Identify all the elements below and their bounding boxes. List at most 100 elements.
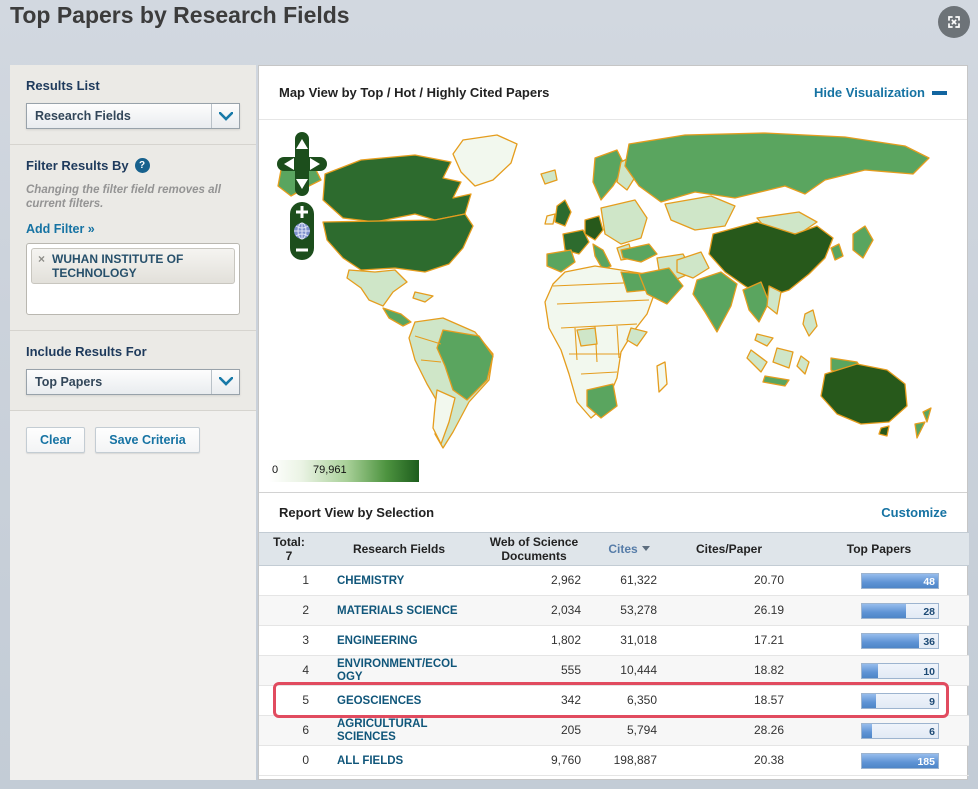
page-title: Top Papers by Research Fields <box>10 2 350 28</box>
table-header-row: Total: 7 Research Fields Web of Science … <box>259 532 969 566</box>
country-japan <box>852 225 874 259</box>
top-papers-value: 185 <box>917 755 935 768</box>
sidebar-actions: Clear Save Criteria <box>10 410 256 468</box>
results-list-selected-value: Research Fields <box>35 109 131 123</box>
results-list-section: Results List Research Fields <box>10 65 256 145</box>
clear-button[interactable]: Clear <box>26 426 86 453</box>
cites-value: 10,444 <box>589 655 669 686</box>
cites-value: 61,322 <box>589 565 669 596</box>
country-madagascar <box>656 361 668 393</box>
results-list-select[interactable]: Research Fields <box>26 103 240 129</box>
oceania[interactable] <box>820 363 932 439</box>
include-results-heading: Include Results For <box>26 343 147 359</box>
total-header: Total: 7 <box>273 534 305 563</box>
column-cites-sorted[interactable]: Cites <box>589 533 669 566</box>
row-rank: 5 <box>259 685 319 716</box>
country-usa <box>322 213 474 273</box>
country-greenland <box>452 134 518 187</box>
column-cites-per-paper[interactable]: Cites/Paper <box>669 533 789 566</box>
report-view-title: Report View by Selection <box>279 505 435 520</box>
top-papers-bar: 6 <box>861 722 939 739</box>
cites-per-paper-value: 26.19 <box>669 595 789 626</box>
chevron-down-icon <box>211 369 239 394</box>
row-rank: 6 <box>259 715 319 746</box>
active-filters-box: × WUHAN INSTITUTE OF TECHNOLOGY <box>26 242 240 315</box>
visualization-header: Map View by Top / Hot / Highly Cited Pap… <box>259 66 967 120</box>
row-rank: 2 <box>259 595 319 626</box>
country-russia <box>624 132 930 203</box>
column-research-fields: Research Fields <box>352 541 446 556</box>
zoom-control[interactable] <box>290 202 314 260</box>
row-rank: 4 <box>259 655 319 686</box>
eastern-europe <box>600 199 648 245</box>
row-rank: 0 <box>259 745 319 776</box>
top-papers-bar: 28 <box>861 602 939 619</box>
country-kazakhstan <box>664 195 736 231</box>
include-results-selected-value: Top Papers <box>35 374 103 389</box>
top-papers-value: 6 <box>929 725 935 738</box>
wos-documents-value: 2,034 <box>479 595 589 626</box>
asia[interactable] <box>620 132 930 387</box>
filter-tag-label: WUHAN INSTITUTE OF TECHNOLOGY <box>52 251 184 280</box>
country-indonesia-borneo <box>772 347 794 369</box>
country-new-zealand <box>914 407 932 439</box>
cites-per-paper-value: 18.57 <box>669 685 789 716</box>
map-legend: 0 79,961 <box>259 454 967 492</box>
world-choropleth-map[interactable] <box>265 122 955 452</box>
chevron-down-icon <box>211 104 239 128</box>
country-malaysia <box>754 333 774 347</box>
fullscreen-button[interactable] <box>938 6 970 38</box>
remove-filter-icon[interactable]: × <box>38 252 45 266</box>
top-papers-bar: 36 <box>861 632 939 649</box>
cites-value: 53,278 <box>589 595 669 626</box>
pan-dpad[interactable] <box>277 132 327 196</box>
cites-per-paper-value: 20.38 <box>669 745 789 776</box>
country-australia <box>820 363 908 425</box>
country-uk <box>554 199 572 227</box>
table-row: 1 CHEMISTRY 2,962 61,322 20.70 48 <box>259 565 969 596</box>
field-link[interactable]: ENVIRONMENT/ECOLOGY <box>337 658 462 684</box>
cites-per-paper-value: 28.26 <box>669 715 789 746</box>
country-spain <box>546 249 576 273</box>
cites-value: 5,794 <box>589 715 669 746</box>
field-link[interactable]: ENGINEERING <box>337 635 418 648</box>
column-wos-documents[interactable]: Web of Science Documents <box>479 533 589 566</box>
field-link[interactable]: GEOSCIENCES <box>337 695 421 708</box>
help-icon[interactable]: ? <box>134 158 150 173</box>
top-papers-value: 28 <box>923 605 935 618</box>
top-papers-bar: 48 <box>861 572 939 589</box>
top-papers-value: 48 <box>923 575 935 588</box>
include-results-select[interactable]: Top Papers <box>26 368 240 395</box>
country-philippines <box>802 309 818 337</box>
country-cuba <box>412 291 434 303</box>
country-canada <box>322 154 472 223</box>
field-link[interactable]: ALL FIELDS <box>337 755 403 768</box>
map-pan-zoom-controls[interactable] <box>277 132 327 262</box>
field-link[interactable]: MATERIALS SCIENCE <box>337 605 458 618</box>
top-papers-value: 9 <box>929 695 935 708</box>
table-row: 6 AGRICULTURAL SCIENCES 205 5,794 28.26 6 <box>259 715 969 746</box>
country-tasmania <box>878 425 890 437</box>
central-america <box>382 307 412 327</box>
legend-max-value: 79,961 <box>313 464 347 476</box>
table-row: 3 ENGINEERING 1,802 31,018 17.21 36 <box>259 625 969 656</box>
main-panel: Map View by Top / Hot / Highly Cited Pap… <box>258 65 969 780</box>
filter-section: Filter Results By ? Changing the filter … <box>10 145 256 331</box>
add-filter-link[interactable]: Add Filter » <box>26 222 95 236</box>
column-top-papers[interactable]: Top Papers <box>789 533 969 566</box>
south-america[interactable] <box>408 317 494 449</box>
country-iceland <box>540 169 558 185</box>
map-area <box>259 120 967 454</box>
country-mexico <box>346 269 408 307</box>
field-link[interactable]: CHEMISTRY <box>337 575 404 588</box>
country-india <box>692 271 738 333</box>
hide-visualization-link[interactable]: Hide Visualization <box>814 85 947 100</box>
field-link[interactable]: AGRICULTURAL SCIENCES <box>337 718 462 744</box>
map-view-title: Map View by Top / Hot / Highly Cited Pap… <box>279 85 550 100</box>
top-papers-bar: 185 <box>861 752 939 769</box>
country-germany <box>584 215 604 241</box>
legend-min-value: 0 <box>272 464 279 476</box>
save-criteria-button[interactable]: Save Criteria <box>95 426 200 453</box>
wos-documents-value: 342 <box>479 685 589 716</box>
customize-link[interactable]: Customize <box>881 505 947 520</box>
